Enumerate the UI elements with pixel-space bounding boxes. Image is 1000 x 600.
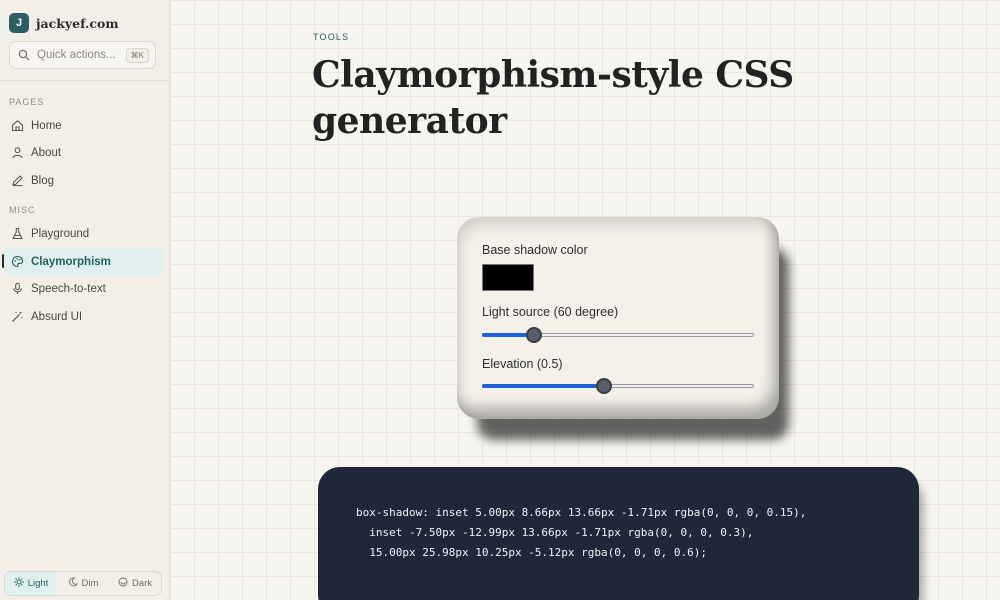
page-eyebrow: TOOLS (313, 32, 350, 42)
sidebar-item-label: Absurd UI (31, 310, 83, 323)
elevation-label: Elevation (0.5) (482, 357, 563, 371)
sidebar-item-absurd-ui[interactable]: Absurd UI (4, 303, 163, 330)
page-title: Claymorphism-style CSS generator (312, 54, 794, 142)
sidebar-item-label: Speech-to-text (31, 282, 106, 295)
sidebar-item-label: About (31, 146, 62, 159)
clay-preview-card: Base shadow color Light source (60 degre… (457, 217, 779, 419)
theme-option-dark[interactable]: Dark (109, 572, 161, 595)
sidebar-item-home[interactable]: Home (4, 112, 163, 139)
theme-option-light[interactable]: Light (5, 572, 57, 595)
sidebar-item-about[interactable]: About (4, 139, 163, 166)
sidebar-item-label: Home (31, 119, 62, 132)
elevation-slider[interactable] (482, 377, 754, 395)
code-line: box-shadow: inset 5.00px 8.66px 13.66px … (356, 506, 807, 519)
sidebar-item-speech-to-text[interactable]: Speech-to-text (4, 275, 163, 302)
theme-option-label: Dim (81, 578, 99, 589)
theme-option-dim[interactable]: Dim (57, 572, 109, 595)
brand[interactable]: J jackyef.com (9, 13, 119, 33)
code-line: 15.00px 25.98px 10.25px -5.12px rgba(0, … (356, 546, 707, 559)
home-icon (10, 119, 24, 133)
dark-mode-icon (118, 577, 128, 590)
css-output-code-block[interactable]: box-shadow: inset 5.00px 8.66px 13.66px … (318, 467, 919, 600)
shadow-color-picker[interactable] (482, 264, 534, 291)
sidebar-divider (0, 80, 170, 81)
pencil-icon (10, 174, 24, 188)
brand-name: jackyef.com (36, 15, 119, 31)
brand-logo: J (9, 13, 29, 33)
main-content: TOOLS Claymorphism-style CSS generator B… (170, 0, 1000, 600)
magic-wand-icon (10, 310, 24, 324)
light-source-slider[interactable] (482, 326, 754, 344)
user-icon (10, 146, 24, 160)
moon-icon (68, 577, 78, 590)
quick-actions-placeholder: Quick actions... (37, 49, 116, 61)
theme-option-label: Light (27, 578, 49, 589)
sidebar-item-playground[interactable]: Playground (4, 220, 163, 247)
light-source-label: Light source (60 degree) (482, 305, 619, 319)
shadow-color-label: Base shadow color (482, 243, 588, 257)
sidebar-item-claymorphism[interactable]: Claymorphism (4, 248, 163, 275)
sidebar-item-label: Playground (31, 227, 90, 240)
slider-thumb[interactable] (526, 327, 542, 343)
code-line: inset -7.50px -12.99px 13.66px -1.71px r… (356, 526, 754, 539)
theme-switcher: Light Dim Dark (4, 571, 162, 596)
theme-option-label: Dark (131, 578, 153, 589)
section-label-misc: MISC (9, 205, 36, 215)
slider-thumb[interactable] (596, 378, 612, 394)
sun-icon (13, 577, 24, 590)
sidebar-item-label: Claymorphism (31, 255, 111, 268)
sidebar-item-label: Blog (31, 174, 55, 187)
palette-icon (10, 255, 24, 269)
sidebar: J jackyef.com Quick actions... ⌘K PAGES … (0, 0, 170, 600)
flask-icon (10, 227, 24, 241)
quick-actions-button[interactable]: Quick actions... ⌘K (9, 41, 156, 69)
search-icon (18, 48, 32, 62)
sidebar-item-blog[interactable]: Blog (4, 167, 163, 194)
slider-fill (482, 384, 604, 388)
section-label-pages: PAGES (9, 97, 45, 107)
microphone-icon (10, 282, 24, 296)
shortcut-badge: ⌘K (125, 47, 149, 63)
